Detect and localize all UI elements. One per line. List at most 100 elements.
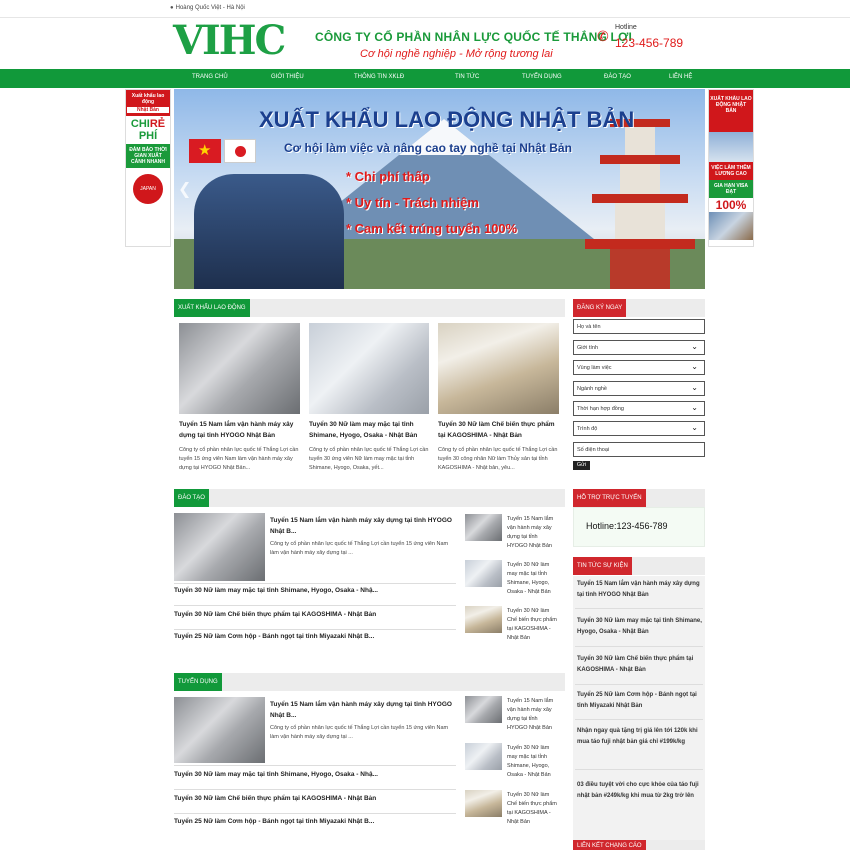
divider <box>575 608 703 609</box>
company-slogan: Cơ hội nghề nghiệp - Mở rộng tương lai <box>360 48 553 60</box>
links-title: LIÊN KẾT CHẠNG CÁO <box>573 840 646 850</box>
training-list-link[interactable]: Tuyển 30 Nữ làm Chế biến thực phẩm tại K… <box>174 611 376 618</box>
xkld-card-title[interactable]: Tuyển 15 Nam lắm vận hành máy xây dựng t… <box>179 419 303 441</box>
chevron-down-icon: ⌄ <box>691 423 698 432</box>
recruitment-feature-desc: Công ty cổ phần nhân lực quốc tế Thắng L… <box>270 725 449 740</box>
events-item[interactable]: 03 điều tuyệt vời cho cực khỏe của táo f… <box>577 780 703 802</box>
nav-item-contact[interactable]: LIÊN HỆ <box>669 74 692 80</box>
chevron-down-icon: ⌄ <box>691 362 698 371</box>
recruitment-mini-title[interactable]: Tuyển 30 Nữ làm may mặc tại tỉnh Shimane… <box>507 744 559 780</box>
education-select[interactable]: Trình độ ⌄ <box>573 421 705 436</box>
training-feature-image[interactable] <box>174 513 265 581</box>
training-mini-image[interactable] <box>465 560 502 587</box>
recruitment-feature-title[interactable]: Tuyển 15 Nam lắm vận hành máy xây dựng t… <box>270 699 460 721</box>
nav-item-recruitment[interactable]: TUYỂN DỤNG <box>522 74 562 80</box>
banner-bullet: * Chi phí thấp <box>346 169 430 184</box>
recruitment-section-title[interactable]: TUYỂN DỤNG <box>174 673 222 691</box>
recruitment-mini-title[interactable]: Tuyển 30 Nữ làm Chế biến thực phẩm tại K… <box>507 791 559 827</box>
slider-prev-icon[interactable]: ❮ <box>178 179 191 199</box>
training-list-link[interactable]: Tuyển 25 Nữ làm Cơm hộp - Bánh ngọt tại … <box>174 633 374 640</box>
recruitment-list-link[interactable]: Tuyển 30 Nữ làm may mặc tại tỉnh Shimane… <box>174 771 378 778</box>
left-ad-big: CHIRẺ PHÍ <box>126 116 170 144</box>
events-item[interactable]: Tuyển 30 Nữ làm Chế biến thực phẩm tại K… <box>577 654 703 676</box>
vietnam-flag-icon <box>189 139 221 163</box>
name-field[interactable]: Họ và tên <box>573 319 705 334</box>
gender-select[interactable]: Giới tính ⌄ <box>573 340 705 355</box>
left-ad-logo: JAPAN <box>133 174 163 204</box>
training-mini-title[interactable]: Tuyển 30 Nữ làm may mặc tại tỉnh Shimane… <box>507 561 559 597</box>
left-ad-top-text-2: Nhật Bản <box>127 107 169 113</box>
support-header: HỖ TRỢ TRỰC TUYẾN <box>573 489 705 507</box>
divider <box>575 769 703 770</box>
xkld-section-title[interactable]: XUẤT KHẨU LAO ĐỘNG <box>174 299 250 317</box>
right-ad-mid: VIỆC LÀM THÊM LƯƠNG CAO <box>709 162 753 180</box>
xkld-card-desc: Công ty cổ phần nhân lực quốc tế Thắng L… <box>309 447 429 471</box>
location-text: Hoàng Quốc Việt - Hà Nội <box>175 5 245 11</box>
left-side-ad[interactable]: Xuất khẩu lao động Nhật Bản CHIRẺ PHÍ ĐẢ… <box>125 89 171 247</box>
support-hotline[interactable]: Hotline:123-456-789 <box>586 521 668 531</box>
left-ad-header: Xuất khẩu lao động Nhật Bản <box>126 90 170 116</box>
right-side-ad[interactable]: XUẤT KHẨU LAO ĐỘNG NHẬT BẢN VIỆC LÀM THÊ… <box>708 89 754 247</box>
xkld-card-desc: Công ty cổ phần nhân lực quốc tế Thắng L… <box>179 447 299 471</box>
contract-term-select[interactable]: Thời hạn hợp đồng ⌄ <box>573 401 705 416</box>
chevron-down-icon: ⌄ <box>691 342 698 351</box>
region-select[interactable]: Vùng làm việc ⌄ <box>573 360 705 375</box>
events-header: TIN TỨC SỰ KIỆN <box>573 557 705 575</box>
phone-field[interactable]: Số điện thoại <box>573 442 705 457</box>
region-select-value: Vùng làm việc <box>577 365 612 371</box>
events-item[interactable]: Tuyển 15 Nam lắm vận hành máy xây dựng t… <box>577 579 703 601</box>
divider <box>575 719 703 720</box>
hotline-number[interactable]: 123-456-789 <box>615 36 683 50</box>
recruitment-list-link[interactable]: Tuyển 30 Nữ làm Chế biến thực phẩm tại K… <box>174 795 376 802</box>
nav-item-xkld-info[interactable]: THÔNG TIN XKLĐ <box>354 74 404 80</box>
banner-subtitle: Cơ hội làm việc và nâng cao tay nghề tại… <box>284 141 572 155</box>
divider <box>174 789 456 790</box>
xkld-card-desc: Công ty cổ phần nhân lực quốc tế Thắng L… <box>438 447 558 471</box>
xkld-card-image[interactable] <box>179 323 300 414</box>
japan-flag-icon <box>224 139 256 163</box>
events-item[interactable]: Tuyển 30 Nữ làm may mặc tại tỉnh Shimane… <box>577 616 703 638</box>
training-feature-title[interactable]: Tuyển 15 Nam lắm vận hành máy xây dựng t… <box>270 515 460 537</box>
xkld-card-title[interactable]: Tuyển 30 Nữ làm Chế biến thực phẩm tại K… <box>438 419 562 441</box>
divider <box>174 813 456 814</box>
events-item[interactable]: Nhận ngay quà tặng trị giá lên tới 120k … <box>577 726 703 748</box>
training-section-title[interactable]: ĐÀO TẠO <box>174 489 209 507</box>
hero-banner[interactable]: XUẤT KHẨU LAO ĐỘNG NHẬT BẢN Cơ hội làm v… <box>174 89 705 289</box>
training-mini-image[interactable] <box>465 514 502 541</box>
hotline-label: Hotline <box>615 24 637 31</box>
recruitment-mini-image[interactable] <box>465 696 502 723</box>
xkld-section-header: XUẤT KHẨU LAO ĐỘNG <box>174 299 565 317</box>
recruitment-mini-image[interactable] <box>465 790 502 817</box>
chevron-down-icon: ⌄ <box>691 383 698 392</box>
nav-item-about[interactable]: GIỚI THIỆU <box>271 74 304 80</box>
nav-item-training[interactable]: ĐÀO TẠO <box>604 74 631 80</box>
divider <box>174 605 456 606</box>
xkld-card-title[interactable]: Tuyển 30 Nữ làm may mặc tại tỉnh Shimane… <box>309 419 433 441</box>
recruitment-feature-image[interactable] <box>174 697 265 763</box>
banner-bullet: * Uy tín - Trách nhiệm <box>346 195 479 210</box>
site-header: VIHC CÔNG TY CỔ PHẦN NHÂN LỰC QUỐC TẾ TH… <box>0 18 850 69</box>
gender-select-value: Giới tính <box>577 345 599 351</box>
training-mini-title[interactable]: Tuyển 15 Nam lắm vận hành máy xây dựng t… <box>507 515 559 551</box>
divider <box>575 646 703 647</box>
main-nav: TRANG CHỦ GIỚI THIỆU THÔNG TIN XKLĐ TIN … <box>0 69 850 88</box>
submit-button[interactable]: Gửi <box>573 461 590 470</box>
site-logo[interactable]: VIHC <box>173 21 286 61</box>
location-info: ● Hoàng Quốc Việt - Hà Nội <box>170 5 245 11</box>
training-list-link[interactable]: Tuyển 30 Nữ làm may mặc tại tỉnh Shimane… <box>174 587 378 594</box>
nav-item-news[interactable]: TIN TỨC <box>455 74 479 80</box>
recruitment-mini-title[interactable]: Tuyển 15 Nam lắm vận hành máy xây dựng t… <box>507 697 559 733</box>
recruitment-mini-image[interactable] <box>465 743 502 770</box>
xkld-card-image[interactable] <box>438 323 559 414</box>
left-ad-body: ĐẢM BẢO THỜI GIAN XUẤT CẢNH NHANH <box>126 144 170 168</box>
xkld-card-image[interactable] <box>309 323 429 414</box>
support-title: HỖ TRỢ TRỰC TUYẾN <box>573 489 646 507</box>
recruitment-list-link[interactable]: Tuyển 25 Nữ làm Cơm hộp - Bánh ngọt tại … <box>174 818 374 825</box>
training-feature-desc: Công ty cổ phần nhân lực quốc tế Thắng L… <box>270 541 449 556</box>
nav-item-home[interactable]: TRANG CHỦ <box>192 74 228 80</box>
events-item[interactable]: Tuyển 25 Nữ làm Cơm hộp - Bánh ngọt tại … <box>577 690 703 712</box>
training-mini-image[interactable] <box>465 606 502 633</box>
divider <box>575 684 703 685</box>
industry-select[interactable]: Ngành nghề ⌄ <box>573 381 705 396</box>
training-mini-title[interactable]: Tuyển 30 Nữ làm Chế biến thực phẩm tại K… <box>507 607 559 643</box>
